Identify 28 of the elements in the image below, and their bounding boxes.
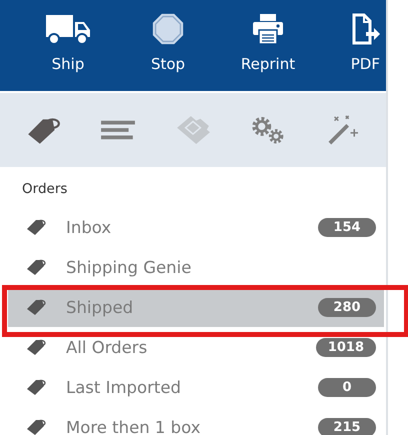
order-list-item[interactable]: Last Imported 0 bbox=[8, 367, 384, 407]
count-badge: 215 bbox=[318, 418, 376, 435]
order-list-item[interactable]: All Orders 1018 bbox=[8, 327, 384, 367]
reprint-button[interactable]: Reprint bbox=[218, 0, 318, 91]
tag-icon bbox=[26, 298, 46, 316]
ticket-icon bbox=[174, 115, 211, 145]
order-list-item[interactable]: Shipping Genie bbox=[8, 247, 384, 287]
document-export-icon bbox=[350, 13, 380, 45]
stop-icon bbox=[152, 13, 184, 45]
order-list-item[interactable]: More then 1 box 215 bbox=[8, 407, 384, 435]
tag-icon bbox=[26, 378, 46, 396]
tag-icon bbox=[26, 418, 46, 435]
tag-icon bbox=[26, 338, 46, 356]
count-badge: 1018 bbox=[316, 338, 376, 356]
tag-icon bbox=[26, 218, 46, 236]
ship-button[interactable]: Ship bbox=[18, 0, 118, 91]
tag-icon bbox=[26, 258, 46, 276]
section-heading: Orders bbox=[21, 181, 68, 199]
order-list-item[interactable]: Inbox 154 bbox=[8, 207, 384, 247]
count-badge: 0 bbox=[318, 378, 376, 396]
count-badge: 154 bbox=[318, 218, 376, 236]
stop-button[interactable]: Stop bbox=[118, 0, 218, 91]
count-badge: 280 bbox=[318, 298, 376, 316]
pdf-button[interactable]: PDF bbox=[318, 0, 386, 91]
truck-icon bbox=[45, 13, 91, 45]
gears-icon bbox=[250, 115, 286, 145]
order-list-item[interactable]: Shipped 280 bbox=[8, 287, 384, 327]
printer-icon bbox=[252, 13, 284, 45]
